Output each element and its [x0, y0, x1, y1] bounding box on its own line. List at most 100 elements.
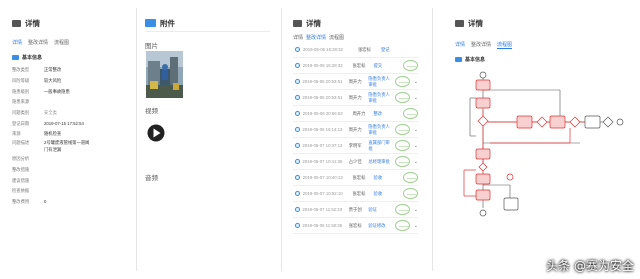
field-row: 原因分析	[12, 154, 132, 165]
monitor-icon	[12, 19, 21, 27]
signature-icon	[402, 172, 418, 183]
tab-detail[interactable]: 详情	[455, 41, 465, 49]
timeline-row[interactable]: 2019-05-06 20:53:51 周开力 隐患负责人审批 ⌄	[293, 74, 418, 90]
row-time: 2019-05-06 20:53:51	[302, 79, 343, 84]
tab-rectify[interactable]: 整改详情	[471, 41, 491, 49]
chevron-down-icon[interactable]: ⌄	[414, 207, 418, 213]
field-key: 建议措施	[12, 177, 30, 183]
process-flowchart[interactable]	[460, 70, 630, 220]
signature-icon	[395, 124, 410, 135]
chevron-down-icon[interactable]: ⌄	[414, 127, 418, 133]
timeline-row[interactable]: 2019-05-06 15:28:32 张宏标 提交	[293, 58, 418, 74]
tab-detail[interactable]: 详情	[12, 39, 22, 46]
field-key: 风险等级	[12, 78, 30, 84]
row-user: 张宏标	[348, 222, 362, 228]
row-user: 周开力	[348, 126, 362, 132]
detail-tabs: 详情 整改详情 流程图	[12, 39, 132, 46]
attachment-icon	[145, 19, 156, 27]
row-action: 隐患负责人审批	[368, 91, 390, 103]
signature-icon	[395, 220, 410, 231]
field-row: 问题描述 2号罐废液管线第一道阀	[12, 140, 132, 147]
chevron-down-icon[interactable]: ⌄	[414, 95, 418, 101]
row-action: 验收	[373, 190, 383, 196]
field-row: 隐患级别 一般事故隐患	[12, 86, 132, 97]
field-key: 原因分析	[12, 156, 30, 162]
timeline-row[interactable]: 2019-05-07 10:40:13 张宏标 验收	[293, 170, 418, 186]
field-key: 整改类型	[12, 67, 30, 73]
flowchart-header: 详情	[455, 16, 635, 30]
rectify-header: 详情	[293, 16, 418, 30]
timeline-row[interactable]: 2019-05-06 11:50:35 张宏标 验证修改 ⌄	[293, 218, 418, 234]
timeline-row[interactable]: 2019-05-06 16:14:13 周开力 隐患负责人审批 ⌄	[293, 122, 418, 138]
signature-icon	[402, 108, 418, 119]
signature-icon	[395, 140, 410, 151]
chevron-down-icon[interactable]: ⌄	[414, 143, 418, 149]
chevron-down-icon[interactable]: ⌄	[414, 159, 418, 165]
field-value: 2019-07-15 17:52:54	[44, 121, 84, 127]
detail-title: 详情	[25, 18, 40, 28]
flowchart-panel: 详情 详情 整改详情 流程图 基本信息	[455, 0, 635, 279]
timeline-row[interactable]: 2019-05-06 20:53:51 周开力 隐患负责人审批 ⌄	[293, 90, 418, 106]
info-icon	[12, 55, 19, 60]
field-key: 检查依据	[12, 188, 30, 194]
tab-flowchart[interactable]: 流程图	[54, 39, 69, 46]
flowchart-title: 详情	[468, 18, 483, 28]
watermark: 头条 @赛为安全	[546, 259, 634, 273]
field-row: 问题类别 安全类	[12, 108, 132, 119]
timeline-row[interactable]: 2019-05-07 10:41:36 占少佳 总经理审批 ⌄	[293, 154, 418, 170]
row-user: 李明军	[348, 142, 362, 148]
field-key: 来源	[12, 131, 21, 137]
row-time: 2019-05-07 10:40:13	[302, 175, 343, 180]
timeline-dot	[295, 111, 300, 116]
divider	[136, 8, 137, 271]
field-key: 隐患来源	[12, 99, 30, 105]
tab-rectify[interactable]: 整改详情	[28, 39, 48, 46]
field-value: 2号罐废液管线第一道阀	[44, 140, 90, 146]
row-action: 登记	[381, 46, 390, 52]
field-list: 整改类型 正常整改 风险等级 较大风险 隐患级别 一般事故隐患 隐患来源 问题类别 安全…	[12, 65, 132, 207]
basic-info-section: 基本信息	[455, 56, 635, 63]
timeline-row[interactable]: 2019-05-07 11:52:33 贾于创 验证 ⌄	[293, 202, 418, 218]
chevron-down-icon[interactable]: ⌄	[414, 79, 418, 85]
timeline-row[interactable]: 2019-05-07 10:52:10 张宏标 验收	[293, 186, 418, 202]
timeline-row[interactable]: 2019-05-07 10:37:13 李明军 直属部门审批 ⌄	[293, 138, 418, 154]
row-action: 整改	[373, 110, 383, 116]
field-row: 整改措施	[12, 165, 132, 176]
row-time: 2019-05-07 10:37:13	[302, 143, 343, 148]
timeline-dot	[295, 47, 300, 52]
field-key: 问题类别	[12, 110, 30, 116]
tab-flowchart[interactable]: 流程图	[329, 34, 344, 41]
timeline-row[interactable]: 2019-05-06 15:28:32 张宏标 登记	[293, 42, 418, 58]
timeline-dot	[295, 191, 300, 196]
timeline-dot	[295, 223, 300, 228]
row-time: 2019-05-06 20:56:53	[302, 111, 343, 116]
timeline-dot	[295, 95, 300, 100]
rectify-tabs: 详情 整改详情 流程图	[293, 34, 418, 41]
basic-info-section: 基本信息	[12, 54, 132, 61]
row-action: 验证修改	[368, 222, 386, 228]
row-action: 验证	[368, 206, 377, 212]
audio-label: 音频	[145, 175, 158, 182]
tab-detail[interactable]: 详情	[293, 34, 303, 41]
site-photo[interactable]	[146, 51, 183, 98]
divider	[145, 31, 270, 32]
signature-icon	[395, 76, 410, 87]
tab-rectify[interactable]: 整改详情	[306, 34, 326, 41]
field-row: 风险等级 较大风险	[12, 76, 132, 87]
divider	[432, 8, 433, 271]
row-time: 2019-05-07 11:52:33	[302, 207, 343, 212]
row-time: 2019-05-06 15:28:32	[303, 47, 343, 52]
field-key: 整改费用	[12, 198, 30, 204]
field-value: 随机检查	[44, 131, 62, 137]
detail-panel: 详情 详情 整改详情 流程图 基本信息 整改类型 正常整改 风险等级 较大风险 隐患…	[12, 0, 132, 279]
timeline-dot	[295, 175, 300, 180]
field-key: 整改措施	[12, 166, 30, 172]
row-time: 2019-05-06 20:53:51	[302, 95, 343, 100]
chevron-down-icon[interactable]: ⌄	[414, 223, 418, 229]
tab-flowchart[interactable]: 流程图	[497, 41, 513, 49]
monitor-icon	[293, 19, 302, 27]
video-thumbnail[interactable]	[147, 122, 165, 144]
row-user: 占少佳	[348, 158, 362, 164]
timeline-row[interactable]: 2019-05-06 20:56:53 周开力 整改	[293, 106, 418, 122]
field-value: 较大风险	[44, 78, 62, 84]
